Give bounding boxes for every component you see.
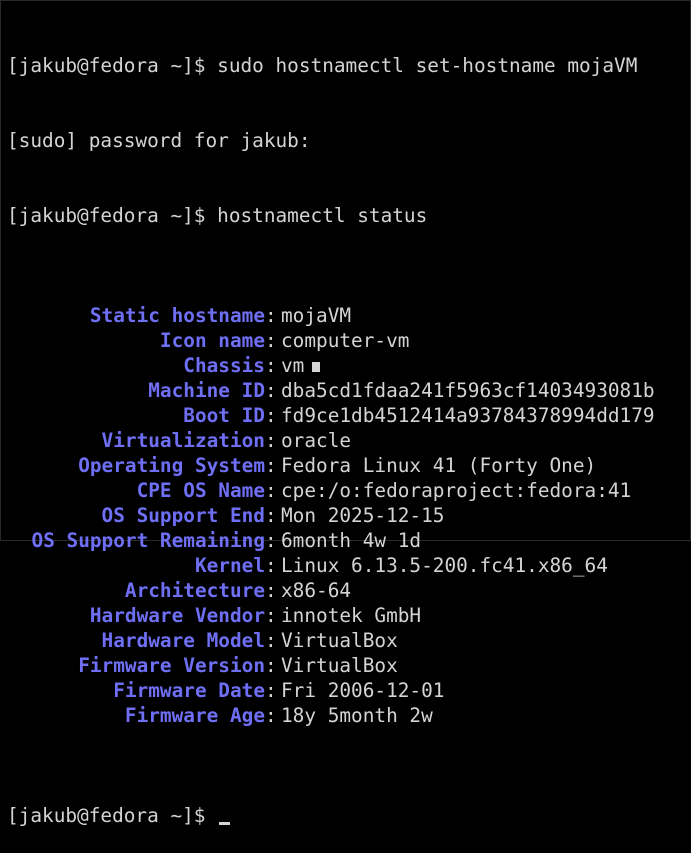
- status-value: Mon 2025-12-15: [281, 504, 445, 527]
- status-value: Linux 6.13.5-200.fc41.x86_64: [281, 554, 608, 577]
- status-separator: :: [265, 654, 277, 677]
- status-key: Architecture: [124, 579, 265, 602]
- status-key: Hardware Model: [101, 629, 265, 652]
- status-value: oracle: [281, 429, 352, 452]
- status-separator: :: [265, 329, 277, 352]
- sudo-password-prompt: [sudo] password for jakub:: [7, 128, 690, 153]
- shell-prompt: [jakub@fedora ~]$: [7, 204, 218, 227]
- status-key: Boot ID: [183, 404, 265, 427]
- status-key: Firmware Date: [113, 679, 265, 702]
- status-separator: :: [265, 354, 277, 377]
- status-row: Hardware Model: VirtualBox: [7, 628, 690, 653]
- hostnamectl-status-output: Static hostname: mojaVM Icon name: computer…: [7, 303, 690, 728]
- status-separator: :: [265, 679, 277, 702]
- sudo-prompt-text: [sudo] password for jakub:: [7, 129, 311, 152]
- status-separator: :: [265, 629, 277, 652]
- status-row: Operating System: Fedora Linux 41 (Forty …: [7, 453, 690, 478]
- command-text: hostnamectl status: [217, 204, 428, 227]
- status-value: mojaVM: [281, 304, 352, 327]
- status-separator: :: [265, 554, 277, 577]
- status-separator: :: [265, 304, 277, 327]
- status-row: Kernel: Linux 6.13.5-200.fc41.x86_64: [7, 553, 690, 578]
- command-line-2: [jakub@fedora ~]$ hostnamectl status: [7, 203, 690, 228]
- chassis-vm-icon: [312, 361, 321, 372]
- text-cursor: [219, 822, 231, 825]
- status-value: innotek GmbH: [281, 604, 422, 627]
- status-row: Icon name: computer-vm: [7, 328, 690, 353]
- status-row: Firmware Version: VirtualBox: [7, 653, 690, 678]
- command-text: sudo hostnamectl set-hostname mojaVM: [217, 54, 638, 77]
- status-key: Chassis: [183, 354, 265, 377]
- status-value: Fedora Linux 41 (Forty One): [281, 454, 597, 477]
- status-separator: :: [265, 504, 277, 527]
- status-value: cpe:/o:fedoraproject:fedora:41: [281, 479, 632, 502]
- status-value: VirtualBox: [281, 629, 398, 652]
- status-separator: :: [265, 479, 277, 502]
- status-row: Static hostname: mojaVM: [7, 303, 690, 328]
- status-row: OS Support End: Mon 2025-12-15: [7, 503, 690, 528]
- status-key: Kernel: [194, 554, 265, 577]
- status-key: Firmware Age: [124, 704, 265, 727]
- status-row: CPE OS Name: cpe:/o:fedoraproject:fedora:…: [7, 478, 690, 503]
- command-line-1: [jakub@fedora ~]$ sudo hostnamectl set-h…: [7, 53, 690, 78]
- status-value: computer-vm: [281, 329, 410, 352]
- status-row: Hardware Vendor: innotek GmbH: [7, 603, 690, 628]
- status-key: OS Support End: [101, 504, 265, 527]
- status-key: Icon name: [159, 329, 265, 352]
- status-value: VirtualBox: [281, 654, 398, 677]
- status-row: Machine ID: dba5cd1fdaa241f5963cf14034930…: [7, 378, 690, 403]
- status-separator: :: [265, 379, 277, 402]
- status-value: dba5cd1fdaa241f5963cf1403493081b: [281, 379, 655, 402]
- status-separator: :: [265, 429, 277, 452]
- status-key: Static hostname: [89, 304, 265, 327]
- status-separator: :: [265, 604, 277, 627]
- status-key: Hardware Vendor: [89, 604, 265, 627]
- status-value: 18y 5month 2w: [281, 704, 433, 727]
- status-value: Fri 2006-12-01: [281, 679, 445, 702]
- status-row: Chassis: vm: [7, 353, 690, 378]
- status-row: Firmware Date: Fri 2006-12-01: [7, 678, 690, 703]
- shell-prompt: [jakub@fedora ~]$: [7, 54, 218, 77]
- status-key: Operating System: [78, 454, 265, 477]
- shell-prompt: [jakub@fedora ~]$: [7, 804, 218, 827]
- status-row: Boot ID: fd9ce1db4512414a93784378994dd179: [7, 403, 690, 428]
- status-separator: :: [265, 704, 277, 727]
- status-key: CPE OS Name: [136, 479, 265, 502]
- status-row: Firmware Age:18y 5month 2w: [7, 703, 690, 728]
- status-key: Firmware Version: [78, 654, 265, 677]
- command-line-current[interactable]: [jakub@fedora ~]$: [7, 803, 690, 828]
- status-separator: :: [265, 454, 277, 477]
- status-separator: :: [265, 404, 277, 427]
- status-value: vm: [281, 354, 305, 377]
- status-row: Virtualization: oracle: [7, 428, 690, 453]
- status-key: Machine ID: [148, 379, 265, 402]
- status-value: x86-64: [281, 579, 352, 602]
- status-separator: :: [265, 579, 277, 602]
- status-row: Architecture: x86-64: [7, 578, 690, 603]
- status-key: Virtualization: [101, 429, 265, 452]
- status-value: fd9ce1db4512414a93784378994dd179: [281, 404, 655, 427]
- terminal-window[interactable]: [jakub@fedora ~]$ sudo hostnamectl set-h…: [0, 0, 691, 827]
